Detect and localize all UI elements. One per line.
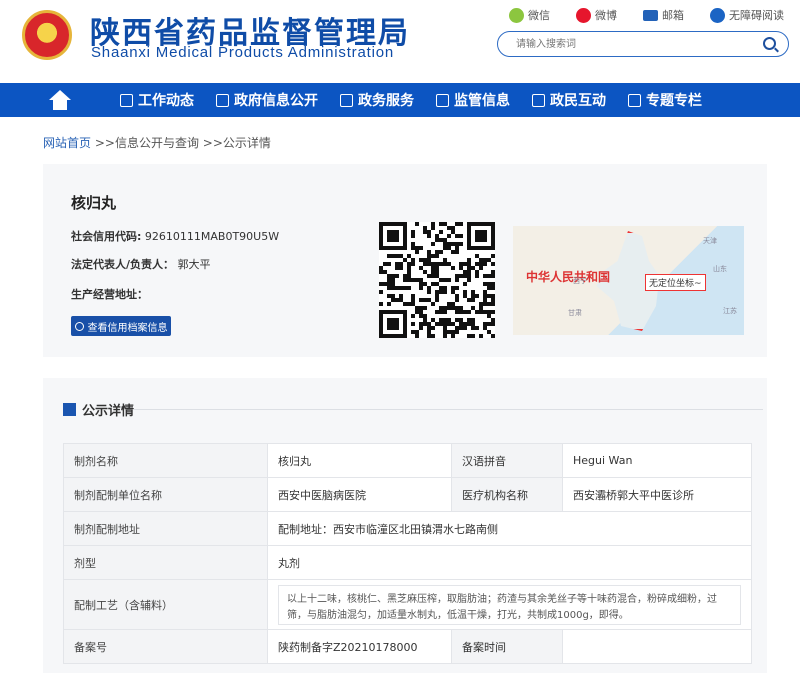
search-icon [74, 321, 84, 331]
qr-code [379, 222, 495, 338]
details-table: 制剂名称 核归丸 汉语拼音 Hegui Wan 制剂配制单位名称 西安中医脑病医… [63, 443, 752, 664]
main-nav: 工作动态 政府信息公开 政务服务 监管信息 政民互动 专题专栏 [0, 83, 800, 117]
bookmark-icon [628, 93, 641, 107]
accessibility-icon [710, 7, 725, 23]
address-row: 生产经营地址： [71, 288, 148, 301]
site-header: 陕西省药品监督管理局 Shaanxi Medical Products Admi… [0, 0, 800, 83]
map-label: 天津 [703, 237, 717, 245]
map-country-label: 中华人民共和国 [526, 270, 611, 284]
nav-item-work-news[interactable]: 工作动态 [120, 90, 194, 110]
nav-item-interaction[interactable]: 政民互动 [532, 90, 606, 110]
national-emblem-icon [22, 10, 72, 60]
wechat-icon [509, 7, 524, 23]
accessibility-link[interactable]: 无障碍阅读 [710, 7, 784, 23]
search-icon[interactable] [763, 37, 776, 50]
search-box [497, 31, 789, 57]
map-label: 山东 [713, 265, 727, 273]
weibo-link[interactable]: 微博 [576, 7, 617, 23]
home-icon [49, 90, 71, 110]
breadcrumb-home[interactable]: 网站首页 [43, 136, 91, 150]
clipboard-icon [436, 93, 449, 107]
table-row: 剂型 丸剂 [63, 545, 752, 580]
nav-item-gov-info[interactable]: 政府信息公开 [216, 90, 318, 110]
nav-home[interactable] [0, 83, 120, 117]
table-row: 制剂配制地址 配制地址：西安市临潼区北田镇渭水七路南侧 [63, 511, 752, 546]
details-header: 公示详情 [63, 400, 134, 419]
location-map[interactable]: 中华人民共和国 无定位坐标~ 天津 山东 江苏 西宁 甘肃 [513, 226, 744, 335]
entity-name: 核归丸 [71, 194, 117, 212]
credit-code-row: 社会信用代码: 92610111MAB0T90U5W [71, 230, 280, 243]
mail-link[interactable]: 邮箱 [643, 7, 684, 23]
section-icon [63, 403, 76, 416]
map-label: 西宁 [573, 277, 587, 285]
wechat-link[interactable]: 微信 [509, 7, 550, 23]
entity-card: 核归丸 社会信用代码: 92610111MAB0T90U5W 法定代表人/负责人… [43, 164, 767, 357]
chat-icon [532, 93, 545, 107]
book-icon [216, 93, 229, 107]
nav-item-special[interactable]: 专题专栏 [628, 90, 702, 110]
weibo-icon [576, 7, 591, 23]
legal-rep-row: 法定代表人/负责人： 郭大平 [71, 258, 211, 271]
table-row: 制剂配制单位名称 西安中医脑病医院 医疗机构名称 西安灞桥郭大平中医诊所 [63, 477, 752, 512]
breadcrumb-current: 公示详情 [222, 136, 271, 150]
nav-item-gov-services[interactable]: 政务服务 [340, 90, 414, 110]
grid-icon [340, 93, 353, 107]
breadcrumb-level1[interactable]: 信息公开与查询 [115, 136, 199, 150]
nav-item-supervision[interactable]: 监管信息 [436, 90, 510, 110]
site-title-english: Shaanxi Medical Products Administration [91, 44, 395, 61]
mail-icon [643, 9, 658, 21]
map-label: 甘肃 [568, 309, 582, 317]
map-tip: 无定位坐标~ [645, 274, 706, 291]
search-input[interactable] [516, 36, 756, 53]
view-credit-button[interactable]: 查看信用档案信息 [71, 316, 171, 336]
table-row: 备案号 陕药制备字Z20210178000 备案时间 [63, 629, 752, 664]
process-textarea[interactable]: 以上十二味，核桃仁、黑芝麻压榨，取脂肪油；药渣与其余羌丝子等十味药混合，粉碎成细… [278, 584, 741, 625]
table-row: 配制工艺（含辅料） 以上十二味，核桃仁、黑芝麻压榨，取脂肪油；药渣与其余羌丝子等… [63, 579, 752, 630]
document-icon [120, 93, 133, 107]
map-label: 江苏 [723, 307, 737, 315]
breadcrumb: 网站首页 >>信息公开与查询 >>公示详情 [43, 136, 271, 150]
details-card: 公示详情 制剂名称 核归丸 汉语拼音 Hegui Wan 制剂配制单位名称 西安… [43, 378, 767, 673]
table-row: 制剂名称 核归丸 汉语拼音 Hegui Wan [63, 443, 752, 478]
